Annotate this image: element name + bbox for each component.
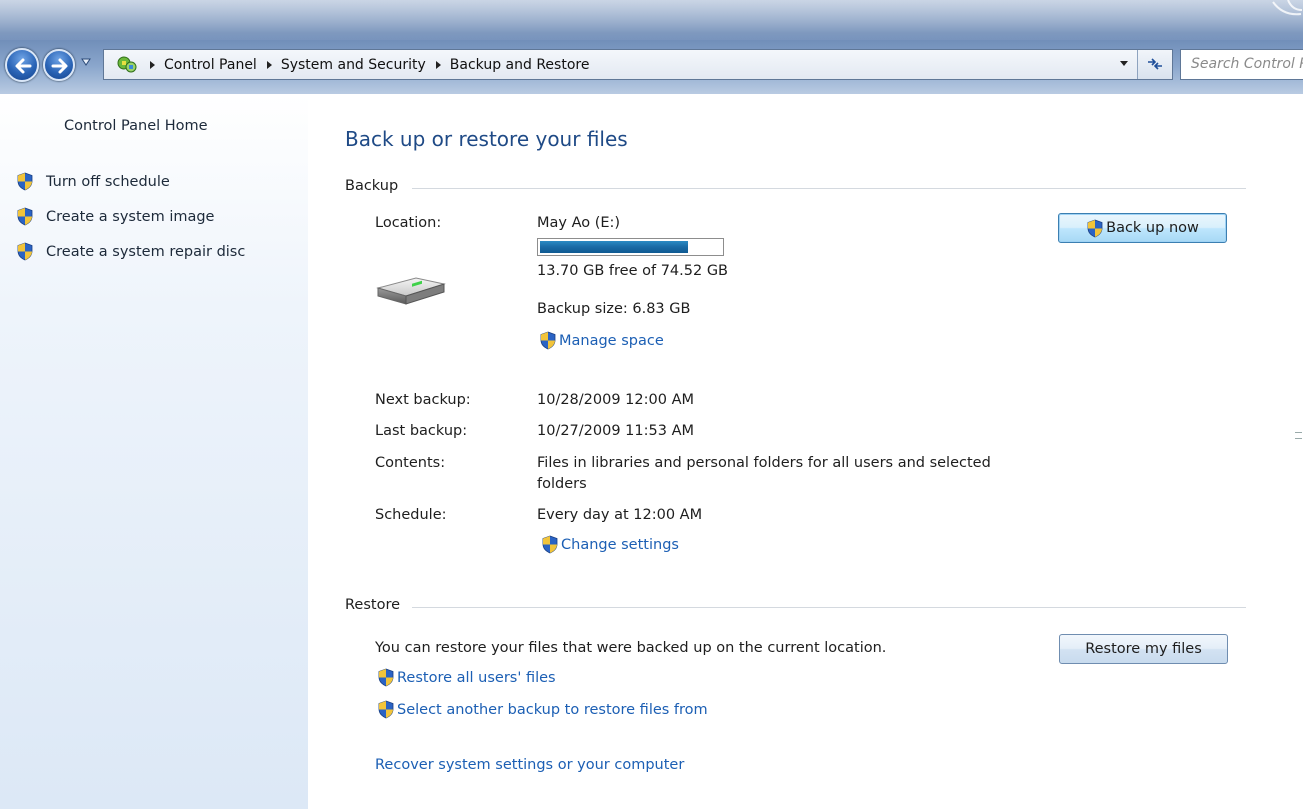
control-panel-icon <box>117 56 137 73</box>
title-bar: Control Panel System and Security Backup… <box>0 0 1303 94</box>
sidebar-item-label: Create a system repair disc <box>46 243 246 260</box>
scrollbar-grip[interactable] <box>1295 432 1302 439</box>
forward-button[interactable] <box>43 49 75 81</box>
sidebar-item-label: Create a system image <box>46 208 215 225</box>
control-panel-home-link[interactable]: Control Panel Home <box>64 118 208 134</box>
uac-shield-icon <box>378 668 394 687</box>
schedule-value: Every day at 12:00 AM <box>537 507 703 523</box>
backup-section-divider <box>412 188 1246 189</box>
disk-usage-fill <box>540 241 688 253</box>
recover-system-settings-link[interactable]: Recover system settings or your computer <box>375 757 684 773</box>
uac-shield-icon <box>378 700 394 719</box>
select-another-backup-link[interactable]: Select another backup to restore files f… <box>377 700 708 719</box>
breadcrumb-separator[interactable] <box>266 60 272 69</box>
hard-drive-icon <box>376 277 446 305</box>
restore-all-users-files-link[interactable]: Restore all users' files <box>377 668 556 687</box>
breadcrumb-separator[interactable] <box>435 60 441 69</box>
breadcrumb-control-panel[interactable]: Control Panel <box>164 57 257 73</box>
next-backup-label: Next backup: <box>375 392 471 408</box>
backup-size-text: Backup size: 6.83 GB <box>537 301 691 317</box>
sidebar-item-turn-off-schedule[interactable]: Turn off schedule <box>16 172 170 191</box>
breadcrumb: Control Panel System and Security Backup… <box>140 50 589 79</box>
manage-space-link[interactable]: Manage space <box>539 331 664 350</box>
title-bar-glass <box>0 0 1303 40</box>
restore-all-users-files-label: Restore all users' files <box>397 669 556 686</box>
refresh-icon <box>1148 58 1162 70</box>
address-bar[interactable]: Control Panel System and Security Backup… <box>103 49 1173 80</box>
backup-section-header: Backup <box>345 178 399 194</box>
search-input[interactable]: Search Control Panel <box>1180 49 1303 80</box>
change-settings-link[interactable]: Change settings <box>541 535 679 554</box>
page-title: Back up or restore your files <box>345 127 628 151</box>
back-arrow-icon <box>15 58 32 74</box>
schedule-label: Schedule: <box>375 507 447 523</box>
refresh-button[interactable] <box>1137 50 1172 79</box>
forward-arrow-icon <box>51 58 68 74</box>
restore-my-files-button[interactable]: Restore my files <box>1059 634 1228 664</box>
address-dropdown-icon[interactable] <box>1120 61 1128 66</box>
uac-shield-icon <box>17 172 33 191</box>
contents-label: Contents: <box>375 455 446 471</box>
uac-shield-icon <box>1087 219 1103 237</box>
contents-value-line1: Files in libraries and personal folders … <box>537 455 991 471</box>
location-value: May Ao (E:) <box>537 215 621 231</box>
select-another-backup-label: Select another backup to restore files f… <box>397 701 708 718</box>
sidebar-item-create-system-image[interactable]: Create a system image <box>16 207 214 226</box>
contents-value-line2: folders <box>537 476 587 492</box>
manage-space-label: Manage space <box>559 332 664 349</box>
uac-shield-icon <box>540 331 556 350</box>
navigation-pane: Control Panel Home Turn off schedule Cre… <box>0 94 308 809</box>
uac-shield-icon <box>17 242 33 261</box>
last-backup-label: Last backup: <box>375 423 468 439</box>
change-settings-label: Change settings <box>561 536 679 553</box>
recent-pages-dropdown-icon[interactable] <box>80 56 92 68</box>
breadcrumb-system-and-security[interactable]: System and Security <box>281 57 426 73</box>
back-up-now-label: Back up now <box>1106 220 1199 236</box>
restore-section-divider <box>412 607 1246 608</box>
breadcrumb-separator[interactable] <box>150 60 155 69</box>
uac-shield-icon <box>17 207 33 226</box>
sidebar-item-label: Turn off schedule <box>46 173 170 190</box>
back-up-now-button[interactable]: Back up now <box>1058 213 1227 243</box>
last-backup-value: 10/27/2009 11:53 AM <box>537 423 695 439</box>
disk-usage-bar <box>537 238 724 256</box>
sidebar-item-create-system-repair-disc[interactable]: Create a system repair disc <box>16 242 245 261</box>
back-button[interactable] <box>5 48 39 82</box>
restore-description: You can restore your files that were bac… <box>375 640 887 656</box>
window-corner-decoration <box>1272 0 1303 16</box>
location-label: Location: <box>375 215 442 231</box>
restore-section-header: Restore <box>345 597 401 613</box>
breadcrumb-backup-and-restore[interactable]: Backup and Restore <box>450 57 590 73</box>
uac-shield-icon <box>542 535 558 554</box>
next-backup-value: 10/28/2009 12:00 AM <box>537 392 695 408</box>
free-space-text: 13.70 GB free of 74.52 GB <box>537 263 728 279</box>
